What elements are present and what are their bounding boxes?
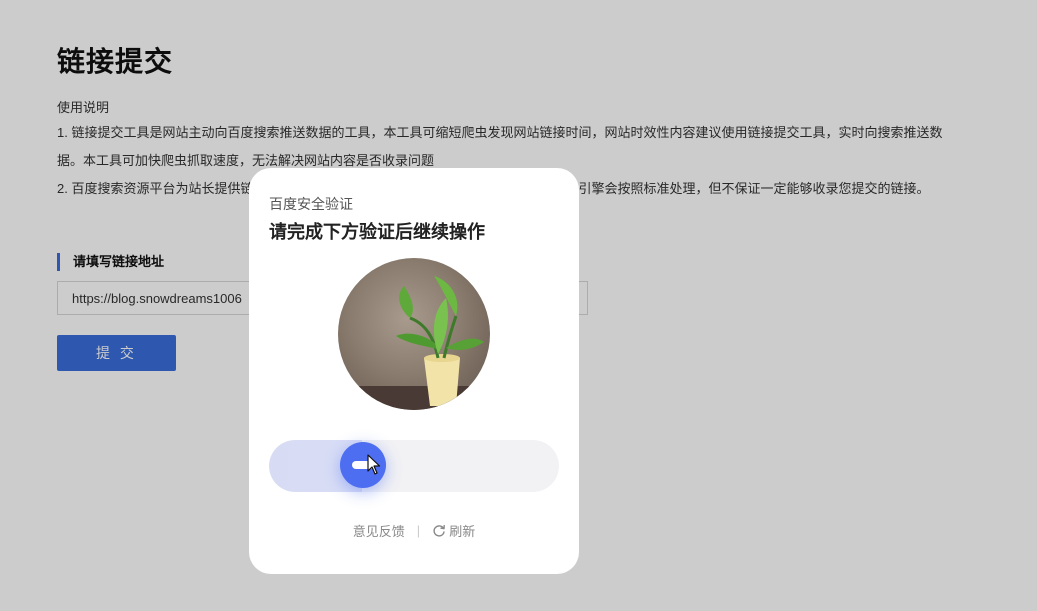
captcha-footer: 意见反馈 | 刷新: [249, 521, 579, 540]
feedback-link[interactable]: 意见反馈: [353, 521, 405, 540]
refresh-label: 刷新: [449, 524, 476, 539]
captcha-slider-track[interactable]: [269, 440, 559, 492]
footer-separator: |: [416, 523, 421, 538]
potted-plant-image: [338, 276, 490, 410]
captcha-title: 请完成下方验证后继续操作: [269, 222, 485, 242]
refresh-icon: [433, 524, 446, 537]
mouse-cursor-icon: [367, 454, 381, 475]
refresh-button[interactable]: 刷新: [432, 521, 475, 540]
captcha-modal: 百度安全验证 请完成下方验证后继续操作 意见反馈 | 刷新: [249, 168, 579, 574]
captcha-rotate-image: [338, 258, 490, 410]
captcha-subtitle: 百度安全验证: [269, 196, 353, 212]
